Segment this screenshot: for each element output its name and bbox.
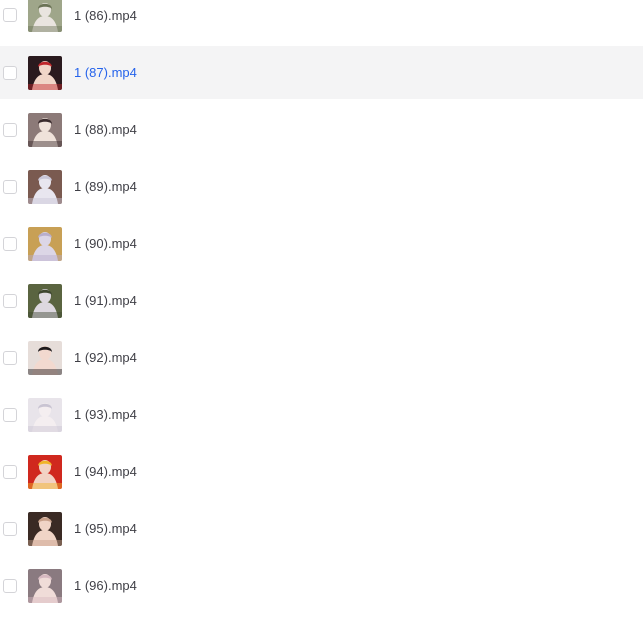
list-item[interactable]: 1 (95).mp4 bbox=[0, 502, 643, 555]
select-checkbox[interactable] bbox=[3, 465, 17, 479]
file-name[interactable]: 1 (86).mp4 bbox=[74, 8, 137, 24]
list-item[interactable]: 1 (88).mp4 bbox=[0, 103, 643, 156]
file-list: 1 (86).mp4 1 (87).mp4 1 (88).mp4 1 (89).… bbox=[0, 0, 643, 624]
list-item[interactable]: 1 (86).mp4 bbox=[0, 0, 643, 42]
select-checkbox[interactable] bbox=[3, 408, 17, 422]
select-checkbox[interactable] bbox=[3, 123, 17, 137]
video-thumbnail[interactable] bbox=[28, 113, 62, 147]
list-item[interactable]: 1 (92).mp4 bbox=[0, 331, 643, 384]
file-name[interactable]: 1 (88).mp4 bbox=[74, 122, 137, 138]
select-checkbox[interactable] bbox=[3, 294, 17, 308]
select-checkbox[interactable] bbox=[3, 8, 17, 22]
select-checkbox[interactable] bbox=[3, 180, 17, 194]
file-name[interactable]: 1 (95).mp4 bbox=[74, 521, 137, 537]
video-thumbnail[interactable] bbox=[28, 284, 62, 318]
select-checkbox[interactable] bbox=[3, 237, 17, 251]
file-name[interactable]: 1 (93).mp4 bbox=[74, 407, 137, 423]
select-checkbox[interactable] bbox=[3, 66, 17, 80]
list-item[interactable]: 1 (94).mp4 bbox=[0, 445, 643, 498]
file-name[interactable]: 1 (96).mp4 bbox=[74, 578, 137, 594]
file-name[interactable]: 1 (91).mp4 bbox=[74, 293, 137, 309]
file-name[interactable]: 1 (89).mp4 bbox=[74, 179, 137, 195]
video-thumbnail[interactable] bbox=[28, 512, 62, 546]
select-checkbox[interactable] bbox=[3, 351, 17, 365]
list-item[interactable]: 1 (87).mp4 bbox=[0, 46, 643, 99]
file-name[interactable]: 1 (94).mp4 bbox=[74, 464, 137, 480]
list-item[interactable]: 1 (90).mp4 bbox=[0, 217, 643, 270]
select-checkbox[interactable] bbox=[3, 579, 17, 593]
list-item[interactable]: 1 (89).mp4 bbox=[0, 160, 643, 213]
list-item[interactable]: 1 (96).mp4 bbox=[0, 559, 643, 612]
file-name[interactable]: 1 (92).mp4 bbox=[74, 350, 137, 366]
file-name[interactable]: 1 (90).mp4 bbox=[74, 236, 137, 252]
video-thumbnail[interactable] bbox=[28, 569, 62, 603]
file-name[interactable]: 1 (87).mp4 bbox=[74, 65, 137, 81]
video-thumbnail[interactable] bbox=[28, 0, 62, 32]
select-checkbox[interactable] bbox=[3, 522, 17, 536]
list-item[interactable]: 1 (91).mp4 bbox=[0, 274, 643, 327]
video-thumbnail[interactable] bbox=[28, 227, 62, 261]
video-thumbnail[interactable] bbox=[28, 56, 62, 90]
video-thumbnail[interactable] bbox=[28, 455, 62, 489]
video-thumbnail[interactable] bbox=[28, 341, 62, 375]
video-thumbnail[interactable] bbox=[28, 170, 62, 204]
video-thumbnail[interactable] bbox=[28, 398, 62, 432]
list-item[interactable]: 1 (93).mp4 bbox=[0, 388, 643, 441]
